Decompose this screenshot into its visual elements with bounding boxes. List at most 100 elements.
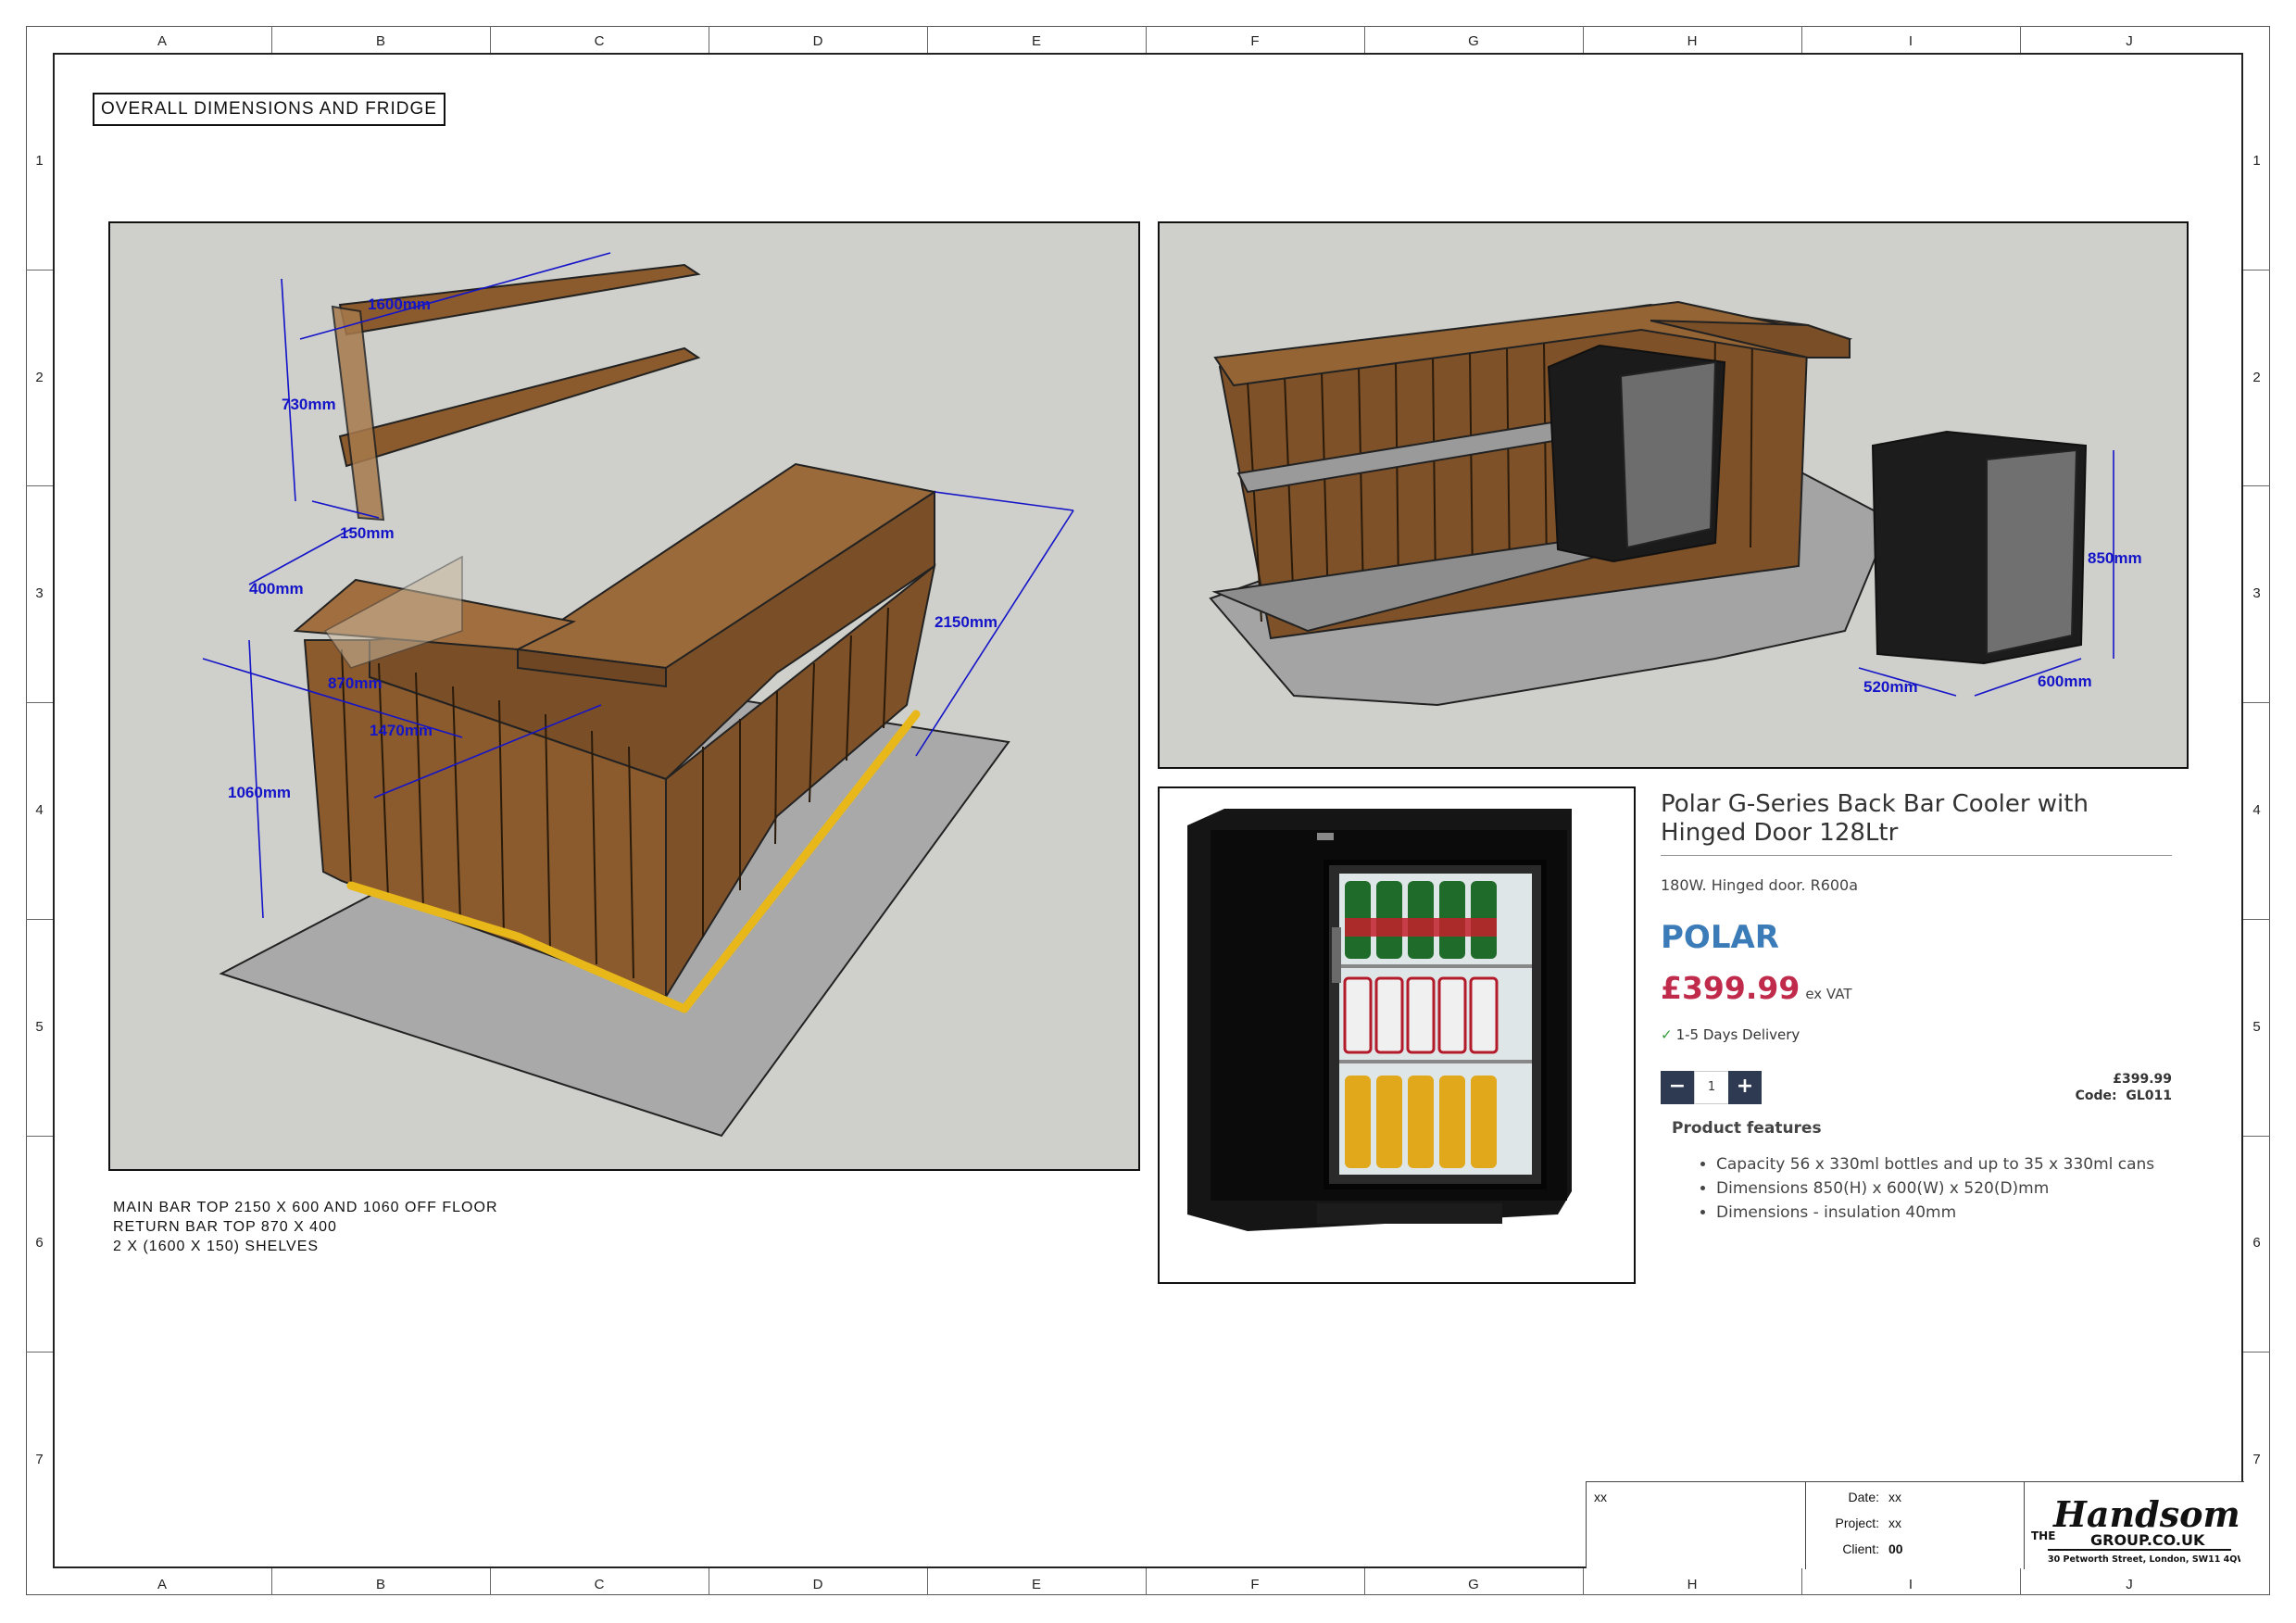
top-column-label: H xyxy=(1687,33,1698,49)
date-label: Date: xyxy=(1848,1490,1879,1504)
summary-price: £399.99 xyxy=(2113,1072,2172,1087)
price-code-summary: £399.99 Code: GL011 xyxy=(2076,1071,2172,1104)
column-divider xyxy=(927,1568,928,1595)
features-list: Capacity 56 x 330ml bottles and up to 35… xyxy=(1661,1152,2172,1225)
bottom-column-label: E xyxy=(1031,1577,1041,1592)
top-column-label: A xyxy=(157,33,167,49)
left-row-label: 2 xyxy=(35,369,44,385)
top-column-label: G xyxy=(1468,33,1479,49)
row-divider xyxy=(2243,702,2270,704)
column-divider xyxy=(2020,1568,2021,1595)
right-row-label: 6 xyxy=(2252,1235,2261,1252)
code-label: Code: xyxy=(2075,1088,2117,1103)
product-price: £399.99 xyxy=(1661,970,1800,1006)
price-row: £399.99 ex VAT xyxy=(1661,970,2172,1006)
brand-logo: POLAR xyxy=(1661,916,2172,956)
svg-text:Handsome: Handsome xyxy=(2052,1493,2240,1535)
top-column-label: I xyxy=(1908,33,1913,49)
bottom-column-label: C xyxy=(594,1577,605,1592)
door-handle xyxy=(1332,927,1341,983)
top-column-label: B xyxy=(375,33,385,49)
left-row-label: 4 xyxy=(35,801,44,818)
right-row-label: 4 xyxy=(2252,801,2261,818)
product-details: Polar G-Series Back Bar Cooler with Hing… xyxy=(1661,790,2172,1225)
freestanding-fridge-door xyxy=(1986,448,2078,656)
column-divider xyxy=(271,1568,272,1595)
left-row-label: 6 xyxy=(35,1235,44,1252)
bottom-column-label: D xyxy=(812,1577,823,1592)
increase-quantity-button[interactable]: + xyxy=(1728,1071,1762,1104)
title-block: xx Date: xx Project: xx Client: 00 THE H… xyxy=(1586,1481,2263,1569)
row-divider xyxy=(26,485,53,487)
vat-label: ex VAT xyxy=(1805,986,1852,1002)
delivery-text: 1-5 Days Delivery xyxy=(1675,1026,1800,1043)
product-code: GL011 xyxy=(2126,1088,2172,1103)
dim-return-depth: 400mm xyxy=(249,580,304,598)
dim-fridge-height: 850mm xyxy=(2088,549,2142,567)
shelf-upright xyxy=(331,305,385,522)
column-divider xyxy=(490,1568,491,1595)
row-divider xyxy=(26,918,53,920)
drawing-notes: MAIN BAR TOP 2150 X 600 AND 1060 OFF FLO… xyxy=(113,1198,498,1256)
right-row-label: 7 xyxy=(2252,1452,2261,1468)
right-row-label: 5 xyxy=(2252,1018,2261,1035)
product-image xyxy=(1158,786,1636,1284)
project-value: xx xyxy=(1888,1516,1901,1530)
bottom-column-label: F xyxy=(1250,1577,1260,1592)
dim-shelf-depth: 150mm xyxy=(340,524,395,542)
bottom-column-label: A xyxy=(157,1577,167,1592)
built-in-fridge-door xyxy=(1619,360,1717,549)
svg-text:30 Petworth Street, London, SW: 30 Petworth Street, London, SW11 4QW xyxy=(2048,1554,2240,1565)
drawing-reference: xx xyxy=(1594,1490,1607,1504)
sheet-title: OVERALL DIMENSIONS AND FRIDGE xyxy=(93,93,445,126)
top-column-label: J xyxy=(2126,33,2133,49)
svg-text:GROUP.CO.UK: GROUP.CO.UK xyxy=(2090,1531,2205,1549)
bar-dimension-view: 1600mm 730mm 150mm 400mm 870mm 1470mm 10… xyxy=(108,221,1140,1171)
check-icon: ✓ xyxy=(1661,1026,1673,1043)
dim-main-length: 1470mm xyxy=(370,722,433,739)
company-logo: THE Handsome GROUP.CO.UK 30 Petworth Str… xyxy=(2029,1484,2263,1567)
delivery-info: ✓ 1-5 Days Delivery xyxy=(1661,1026,2172,1043)
column-divider xyxy=(490,26,491,53)
top-column-label: F xyxy=(1250,33,1260,49)
lower-shelf xyxy=(338,346,701,468)
column-divider xyxy=(927,26,928,53)
top-column-label: C xyxy=(594,33,605,49)
column-divider xyxy=(1801,26,1802,53)
dim-shelf-height: 730mm xyxy=(282,396,336,413)
quantity-input[interactable]: 1 xyxy=(1694,1071,1729,1104)
left-row-label: 7 xyxy=(35,1452,44,1468)
left-row-label: 3 xyxy=(35,585,44,602)
column-divider xyxy=(1801,1568,1802,1595)
bottle-row-bottom xyxy=(1345,1076,1497,1168)
column-divider xyxy=(2020,26,2021,53)
project-label: Project: xyxy=(1835,1516,1879,1530)
feature-item: Capacity 56 x 330ml bottles and up to 35… xyxy=(1716,1152,2172,1176)
column-divider xyxy=(1364,1568,1365,1595)
note-line: MAIN BAR TOP 2150 X 600 AND 1060 OFF FLO… xyxy=(113,1200,498,1215)
brand-logo-text: POLAR xyxy=(1661,919,1779,953)
feature-item: Dimensions 850(H) x 600(W) x 520(D)mm xyxy=(1716,1176,2172,1201)
row-divider xyxy=(2243,485,2270,487)
features-title: Product features xyxy=(1672,1119,1822,1138)
column-divider xyxy=(1583,1568,1584,1595)
bottom-column-label: B xyxy=(375,1577,385,1592)
bottom-column-label: I xyxy=(1908,1577,1913,1592)
feature-item: Dimensions - insulation 40mm xyxy=(1716,1201,2172,1225)
back-bar-view: 850mm 520mm 600mm xyxy=(1158,221,2189,769)
can-row-middle xyxy=(1343,976,1499,1054)
note-line: 2 X (1600 X 150) SHELVES xyxy=(113,1239,320,1254)
dim-top-length: 2150mm xyxy=(935,613,998,631)
svg-text:THE: THE xyxy=(2031,1529,2055,1542)
top-column-label: E xyxy=(1031,33,1041,49)
dim-shelf-length: 1600mm xyxy=(368,296,432,313)
right-row-label: 2 xyxy=(2252,369,2261,385)
dim-fridge-depth: 520mm xyxy=(1863,678,1918,696)
product-description: 180W. Hinged door. R600a xyxy=(1661,876,1859,894)
client-label: Client: xyxy=(1842,1541,1879,1556)
right-row-label: 1 xyxy=(2252,152,2261,169)
dim-bar-height: 1060mm xyxy=(228,784,292,801)
decrease-quantity-button[interactable]: − xyxy=(1661,1071,1694,1104)
row-divider xyxy=(2243,1135,2270,1137)
dim-return-length: 870mm xyxy=(328,674,383,692)
